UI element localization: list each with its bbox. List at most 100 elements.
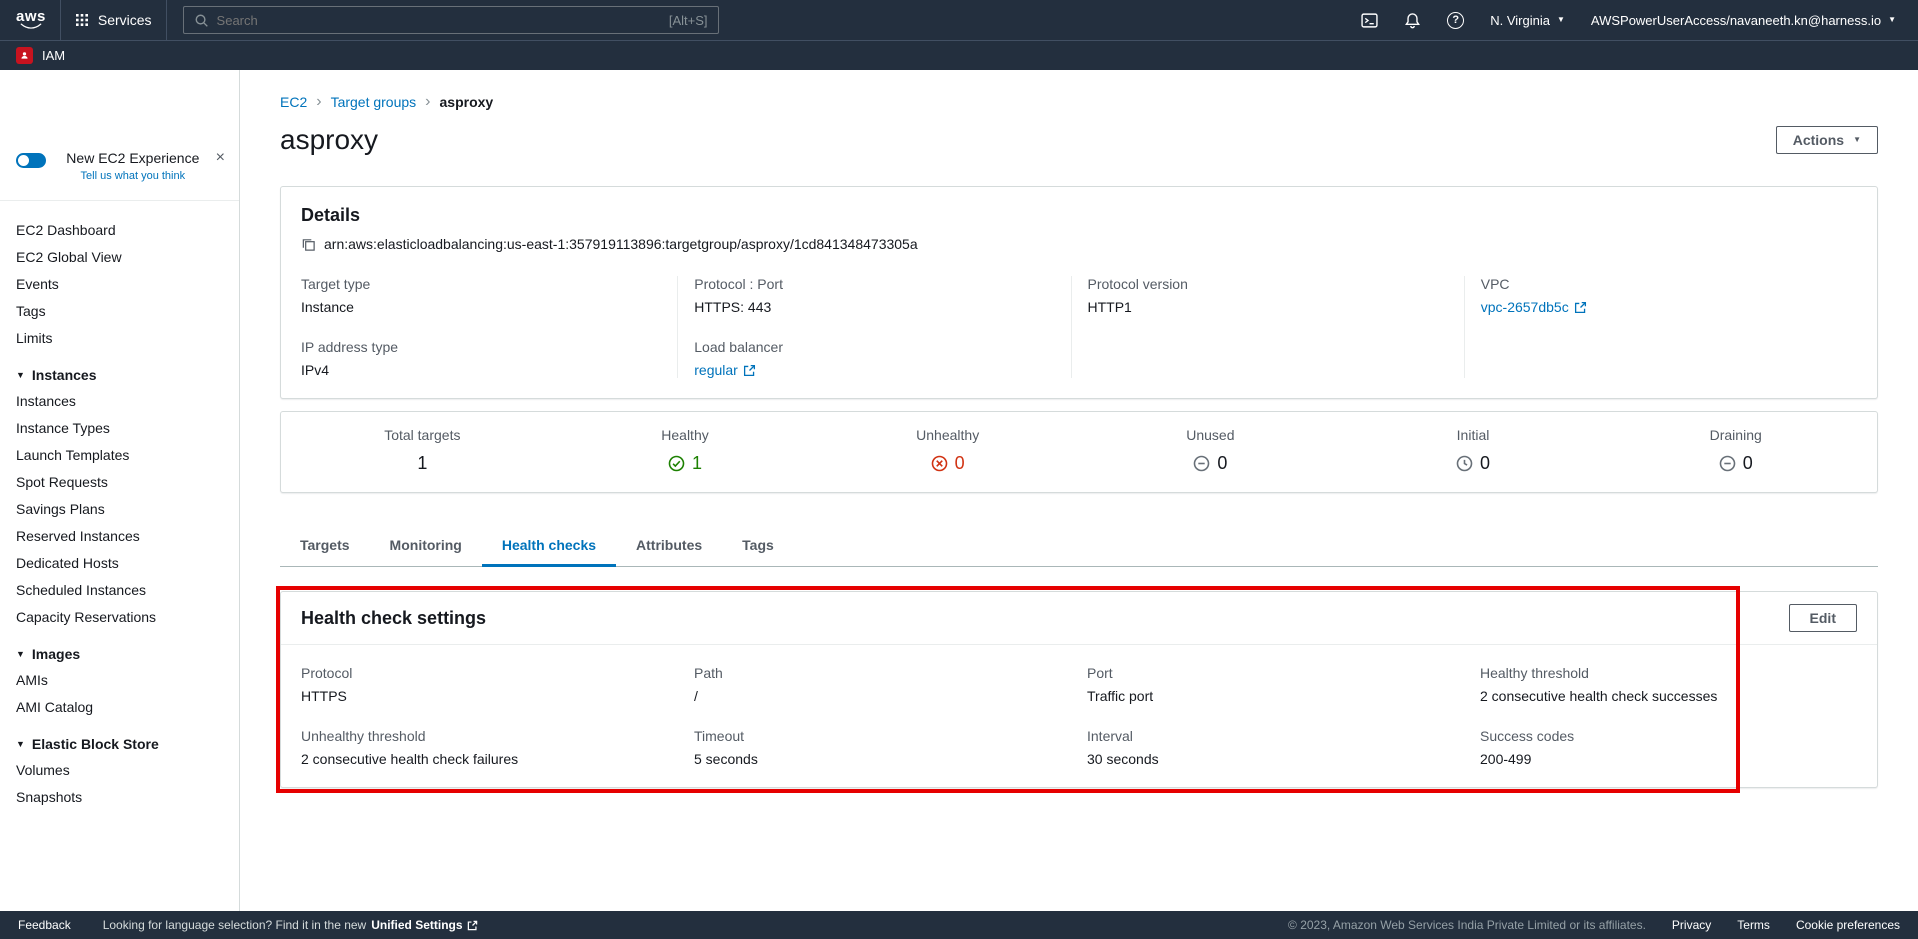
vpc-link[interactable]: vpc-2657db5c bbox=[1481, 299, 1569, 315]
breadcrumb-current: asproxy bbox=[440, 94, 494, 110]
sidebar-section-elastic-block-store[interactable]: ▼ Elastic Block Store bbox=[0, 731, 239, 757]
stat-label: Unhealthy bbox=[916, 427, 979, 443]
field-value: 200-499 bbox=[1480, 751, 1857, 767]
terms-link[interactable]: Terms bbox=[1737, 918, 1770, 932]
tab-targets[interactable]: Targets bbox=[280, 527, 370, 567]
aws-logo[interactable]: aws bbox=[16, 11, 46, 29]
feedback-link[interactable]: Feedback bbox=[18, 918, 71, 932]
stat-value: 0 bbox=[955, 453, 965, 474]
chevron-down-icon: ▼ bbox=[1888, 16, 1896, 24]
load-balancer-link[interactable]: regular bbox=[694, 362, 738, 378]
main-content: EC2 › Target groups › asproxy asproxy Ac… bbox=[240, 70, 1918, 911]
stat-value: 0 bbox=[1217, 453, 1227, 474]
sidebar-item-instance-types[interactable]: Instance Types bbox=[0, 415, 239, 442]
sidebar-item-launch-templates[interactable]: Launch Templates bbox=[0, 442, 239, 469]
help-icon: ? bbox=[1447, 12, 1464, 29]
hc-column-2: Path / Timeout 5 seconds bbox=[678, 665, 1071, 767]
field-load-balancer: Load balancer regular bbox=[694, 339, 1070, 378]
close-icon[interactable]: × bbox=[216, 150, 225, 166]
tab-health-checks[interactable]: Health checks bbox=[482, 527, 616, 567]
healthy-check-icon bbox=[668, 455, 685, 472]
edit-button[interactable]: Edit bbox=[1789, 604, 1857, 632]
field-protocol-version: Protocol version HTTP1 bbox=[1088, 276, 1464, 315]
search-shortcut-hint: [Alt+S] bbox=[669, 13, 708, 28]
cookie-preferences-link[interactable]: Cookie preferences bbox=[1796, 918, 1900, 932]
field-label: Target type bbox=[301, 276, 677, 292]
field-port: Port Traffic port bbox=[1087, 665, 1464, 704]
new-experience-toggle[interactable] bbox=[16, 153, 46, 168]
region-label: N. Virginia bbox=[1490, 13, 1550, 28]
account-menu[interactable]: AWSPowerUserAccess/navaneeth.kn@harness.… bbox=[1591, 13, 1896, 28]
sidebar-item-reserved-instances[interactable]: Reserved Instances bbox=[0, 523, 239, 550]
sidebar-item-savings-plans[interactable]: Savings Plans bbox=[0, 496, 239, 523]
global-search[interactable]: [Alt+S] bbox=[183, 6, 719, 34]
field-hc-protocol: Protocol HTTPS bbox=[301, 665, 678, 704]
field-value: / bbox=[694, 688, 1071, 704]
section-label: Images bbox=[32, 646, 80, 662]
breadcrumb-separator-icon: › bbox=[316, 94, 321, 110]
breadcrumb-target-groups[interactable]: Target groups bbox=[331, 94, 417, 110]
unified-settings-link[interactable]: Unified Settings bbox=[371, 918, 477, 932]
details-heading: Details bbox=[301, 205, 1857, 226]
field-vpc: VPC vpc-2657db5c bbox=[1481, 276, 1857, 315]
tab-bar: Targets Monitoring Health checks Attribu… bbox=[280, 527, 1878, 567]
sidebar-item-instances[interactable]: Instances bbox=[0, 388, 239, 415]
banner-feedback-link[interactable]: Tell us what you think bbox=[54, 170, 212, 182]
field-unhealthy-threshold: Unhealthy threshold 2 consecutive health… bbox=[301, 728, 678, 767]
details-fields: Target type Instance IP address type IPv… bbox=[301, 276, 1857, 378]
search-icon bbox=[194, 13, 209, 28]
sidebar-item-dedicated-hosts[interactable]: Dedicated Hosts bbox=[0, 550, 239, 577]
sidebar-item-limits[interactable]: Limits bbox=[0, 325, 239, 352]
sidebar-item-capacity-reservations[interactable]: Capacity Reservations bbox=[0, 604, 239, 631]
stat-initial: Initial 0 bbox=[1342, 427, 1605, 474]
field-value: 2 consecutive health check failures bbox=[301, 751, 678, 767]
tab-tags[interactable]: Tags bbox=[722, 527, 794, 567]
sidebar-nav: EC2 Dashboard EC2 Global View Events Tag… bbox=[0, 201, 239, 811]
sidebar-item-tags[interactable]: Tags bbox=[0, 298, 239, 325]
service-tab-iam[interactable]: IAM bbox=[42, 48, 65, 63]
iam-service-icon bbox=[16, 47, 33, 64]
sidebar: New EC2 Experience Tell us what you thin… bbox=[0, 70, 240, 911]
tab-monitoring[interactable]: Monitoring bbox=[370, 527, 482, 567]
actions-label: Actions bbox=[1793, 132, 1844, 148]
field-label: Protocol bbox=[301, 665, 678, 681]
field-label: Path bbox=[694, 665, 1071, 681]
notifications-button[interactable] bbox=[1404, 12, 1421, 29]
actions-button[interactable]: Actions ▼ bbox=[1776, 126, 1878, 154]
unified-settings-label: Unified Settings bbox=[371, 918, 462, 932]
sidebar-item-snapshots[interactable]: Snapshots bbox=[0, 784, 239, 811]
sidebar-item-ami-catalog[interactable]: AMI Catalog bbox=[0, 694, 239, 721]
sidebar-section-instances[interactable]: ▼ Instances bbox=[0, 362, 239, 388]
language-selection-note: Looking for language selection? Find it … bbox=[103, 918, 478, 932]
copy-arn-button[interactable] bbox=[301, 237, 316, 252]
region-selector[interactable]: N. Virginia ▼ bbox=[1490, 13, 1565, 28]
field-target-type: Target type Instance bbox=[301, 276, 677, 315]
cloudshell-button[interactable] bbox=[1361, 12, 1378, 29]
sidebar-item-events[interactable]: Events bbox=[0, 271, 239, 298]
tab-attributes[interactable]: Attributes bbox=[616, 527, 722, 567]
stat-healthy: Healthy 1 bbox=[554, 427, 817, 474]
sidebar-section-images[interactable]: ▼ Images bbox=[0, 641, 239, 667]
copy-icon bbox=[301, 237, 316, 252]
services-menu-button[interactable]: Services bbox=[60, 0, 167, 40]
field-label: Unhealthy threshold bbox=[301, 728, 678, 744]
search-input[interactable] bbox=[217, 13, 661, 28]
sidebar-item-ec2-global-view[interactable]: EC2 Global View bbox=[0, 244, 239, 271]
sidebar-item-scheduled-instances[interactable]: Scheduled Instances bbox=[0, 577, 239, 604]
stat-label: Unused bbox=[1186, 427, 1234, 443]
sidebar-item-spot-requests[interactable]: Spot Requests bbox=[0, 469, 239, 496]
privacy-link[interactable]: Privacy bbox=[1672, 918, 1711, 932]
stat-label: Draining bbox=[1710, 427, 1762, 443]
field-value: 2 consecutive health check successes bbox=[1480, 688, 1857, 704]
breadcrumb-ec2[interactable]: EC2 bbox=[280, 94, 307, 110]
help-button[interactable]: ? bbox=[1447, 12, 1464, 29]
page-title: asproxy bbox=[280, 124, 378, 156]
sidebar-item-volumes[interactable]: Volumes bbox=[0, 757, 239, 784]
sidebar-item-ec2-dashboard[interactable]: EC2 Dashboard bbox=[0, 217, 239, 244]
bell-icon bbox=[1404, 12, 1421, 29]
external-link-icon bbox=[467, 920, 478, 931]
stat-draining: Draining 0 bbox=[1604, 427, 1867, 474]
sidebar-item-amis[interactable]: AMIs bbox=[0, 667, 239, 694]
hc-column-4: Healthy threshold 2 consecutive health c… bbox=[1464, 665, 1857, 767]
services-label: Services bbox=[98, 12, 152, 28]
